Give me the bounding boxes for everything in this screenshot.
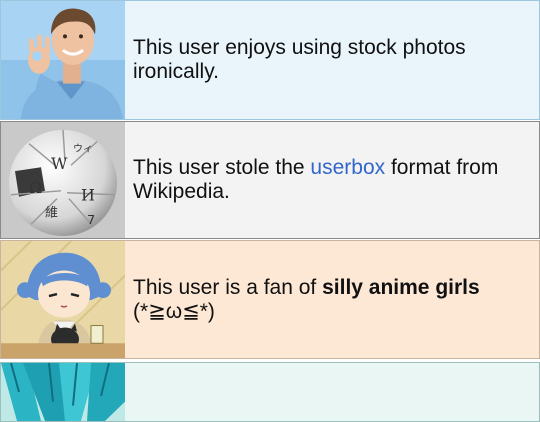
anime-teal-image <box>1 363 125 421</box>
userbox-text-before: This user stole the <box>133 156 311 179</box>
userbox-wikipedia: W Ω И 維 7 ウィ This user stole the userbox… <box>0 121 540 239</box>
userbox-text: This user enjoys using stock photos iron… <box>125 1 539 119</box>
userbox-stack: This user enjoys using stock photos iron… <box>0 0 540 422</box>
wikipedia-image: W Ω И 維 7 ウィ <box>1 122 125 238</box>
userbox-text: This user stole the userbox format from … <box>125 122 539 238</box>
userbox-stock-photos: This user enjoys using stock photos iron… <box>0 0 540 120</box>
userbox-partial <box>0 362 540 422</box>
stock-photo-man-icon <box>1 1 125 119</box>
userbox-anime: This user is a fan of silly anime girls … <box>0 240 540 359</box>
userbox-text-before: This user is a fan of <box>133 275 323 299</box>
anime-girl-icon <box>1 241 125 358</box>
svg-text:Ω: Ω <box>29 178 42 197</box>
svg-text:ウィ: ウィ <box>73 143 93 155</box>
anime-teal-hair-icon <box>1 363 125 421</box>
userbox-text-bold: silly anime girls <box>322 275 480 299</box>
wikipedia-globe-icon: W Ω И 維 7 ウィ <box>1 122 125 238</box>
anime-girl-image <box>1 241 125 358</box>
userbox-text <box>125 363 539 421</box>
userbox-text: This user is a fan of silly anime girls … <box>125 241 539 358</box>
userbox-link[interactable]: userbox <box>310 156 385 179</box>
userbox-text-after: (*≧ω≦*) <box>133 299 215 323</box>
stock-photo-image <box>1 1 125 119</box>
svg-text:W: W <box>51 154 68 173</box>
svg-text:7: 7 <box>87 213 95 228</box>
svg-text:И: И <box>81 186 95 205</box>
userbox-text-stock: This user enjoys using stock photos iron… <box>133 36 466 83</box>
svg-text:維: 維 <box>45 205 58 220</box>
